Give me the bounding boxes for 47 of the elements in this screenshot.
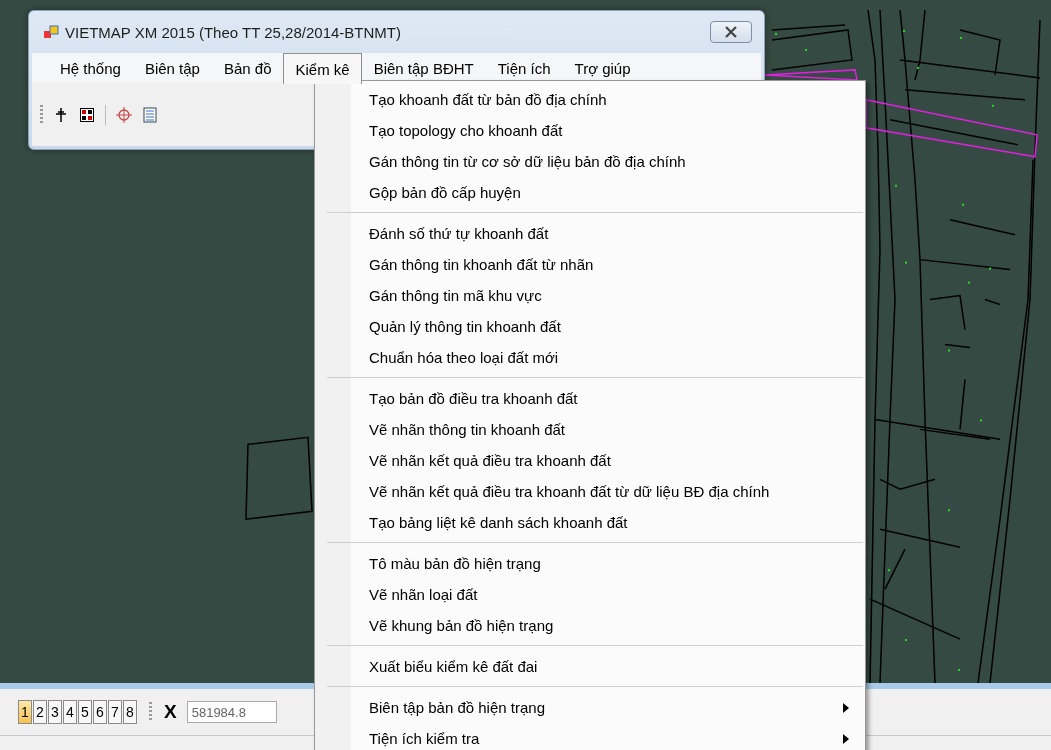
- menu-entry[interactable]: Vẽ khung bản đồ hiện trạng: [317, 610, 863, 641]
- menu-entry[interactable]: Đánh số thứ tự khoanh đất: [317, 218, 863, 249]
- page-button[interactable]: 5: [78, 700, 92, 724]
- menu-entry[interactable]: Vẽ nhãn kết quả điều tra khoanh đất từ dữ liệu BĐ địa chính: [317, 476, 863, 507]
- submenu-arrow-icon: [843, 702, 849, 713]
- menu-entry[interactable]: Vẽ nhãn thông tin khoanh đất: [317, 414, 863, 445]
- page-button[interactable]: 4: [63, 700, 77, 724]
- menu-entry[interactable]: Tiện ích kiểm tra: [317, 723, 863, 750]
- x-coordinate-field[interactable]: 581984.8: [186, 701, 277, 723]
- page-button[interactable]: 3: [48, 700, 62, 724]
- page-button[interactable]: 7: [108, 700, 122, 724]
- page-button[interactable]: 8: [123, 700, 137, 724]
- menu-entry[interactable]: Tạo khoanh đất từ bản đồ địa chính: [317, 84, 863, 115]
- menu-item[interactable]: Biên tập: [132, 53, 212, 83]
- menu-entry[interactable]: Tạo topology cho khoanh đất: [317, 115, 863, 146]
- menu-entry[interactable]: Tạo bảng liệt kê danh sách khoanh đất: [317, 507, 863, 538]
- menu-entry[interactable]: Tô màu bản đồ hiện trạng: [317, 548, 863, 579]
- menu-item[interactable]: Biên tập BĐHT: [361, 53, 486, 83]
- submenu-arrow-icon: [843, 733, 849, 744]
- crosshair-icon: [116, 106, 132, 123]
- close-icon: [724, 26, 738, 38]
- close-button[interactable]: [710, 21, 752, 43]
- menu-entry[interactable]: Gán thông tin khoanh đất từ nhãn: [317, 249, 863, 280]
- menu-item[interactable]: Kiểm kê: [283, 53, 362, 84]
- menu-item[interactable]: Trợ giúp: [562, 53, 643, 83]
- app-icon: [43, 24, 59, 40]
- menu-entry[interactable]: Xuất biểu kiểm kê đất đai: [317, 651, 863, 682]
- pin-icon: [53, 106, 69, 123]
- menu-entry[interactable]: Vẽ nhãn loại đất: [317, 579, 863, 610]
- menu-entry[interactable]: Gộp bản đồ cấp huyện: [317, 177, 863, 208]
- menu-entry[interactable]: Vẽ nhãn kết quả điều tra khoanh đất: [317, 445, 863, 476]
- list-icon: [142, 106, 158, 123]
- menu-entry[interactable]: Biên tập bản đồ hiện trạng: [317, 692, 863, 723]
- menu-item[interactable]: Hệ thống: [48, 53, 133, 83]
- menu-entry[interactable]: Gán thông tin mã khu vực: [317, 280, 863, 311]
- window-title: VIETMAP XM 2015 (Theo TT 25,28/2014-BTNMT): [65, 23, 402, 41]
- menu-item[interactable]: Bản đồ: [211, 53, 284, 83]
- page-button[interactable]: 6: [93, 700, 107, 724]
- menu-entry[interactable]: Chuẩn hóa theo loại đất mới: [317, 342, 863, 373]
- menu-entry[interactable]: Quản lý thông tin khoanh đất: [317, 311, 863, 342]
- menu-entry[interactable]: Tạo bản đồ điều tra khoanh đất: [317, 383, 863, 414]
- page-button[interactable]: 1: [18, 700, 32, 724]
- menu-entry[interactable]: Gán thông tin từ cơ sở dữ liệu bản đồ địa chính: [317, 146, 863, 177]
- page-button[interactable]: 2: [33, 700, 47, 724]
- x-coordinate-label: X: [164, 701, 177, 723]
- menu-item[interactable]: Tiện ích: [485, 53, 563, 83]
- grid-icon: [79, 106, 95, 123]
